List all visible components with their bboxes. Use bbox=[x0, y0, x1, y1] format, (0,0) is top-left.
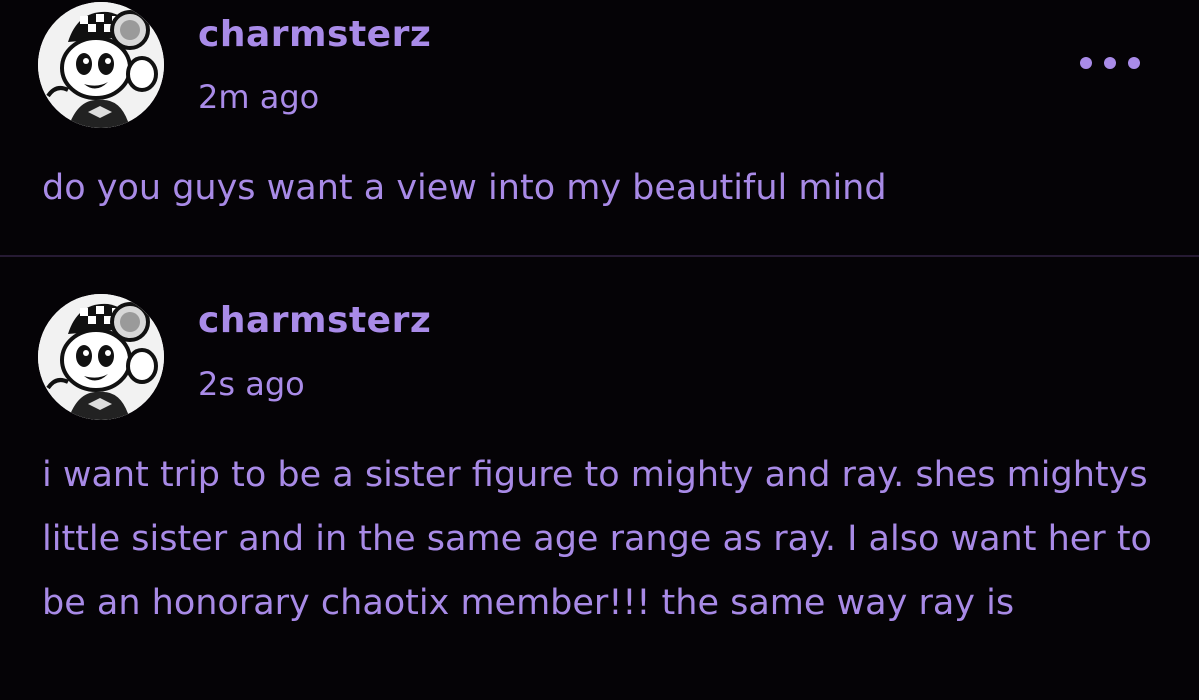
post: charmsterz 2m ago do you guys want a vie… bbox=[0, 0, 1199, 255]
post-text: do you guys want a view into my beautifu… bbox=[42, 168, 887, 208]
avatar[interactable] bbox=[38, 294, 164, 420]
post: charmsterz 2s ago i want trip to be a si… bbox=[0, 257, 1199, 700]
username[interactable]: charmsterz bbox=[198, 300, 431, 341]
more-options-icon bbox=[1080, 57, 1092, 69]
charmy-bee-avatar-icon bbox=[38, 294, 164, 420]
charmy-bee-avatar-icon bbox=[38, 2, 164, 128]
more-options-icon bbox=[1128, 57, 1140, 69]
username[interactable]: charmsterz bbox=[198, 14, 431, 55]
timestamp: 2m ago bbox=[198, 78, 320, 116]
more-options-icon bbox=[1104, 57, 1116, 69]
post-text: i want trip to be a sister figure to mig… bbox=[42, 455, 1152, 623]
more-options-button[interactable] bbox=[1080, 50, 1140, 76]
avatar[interactable] bbox=[38, 2, 164, 128]
timestamp: 2s ago bbox=[198, 365, 305, 403]
